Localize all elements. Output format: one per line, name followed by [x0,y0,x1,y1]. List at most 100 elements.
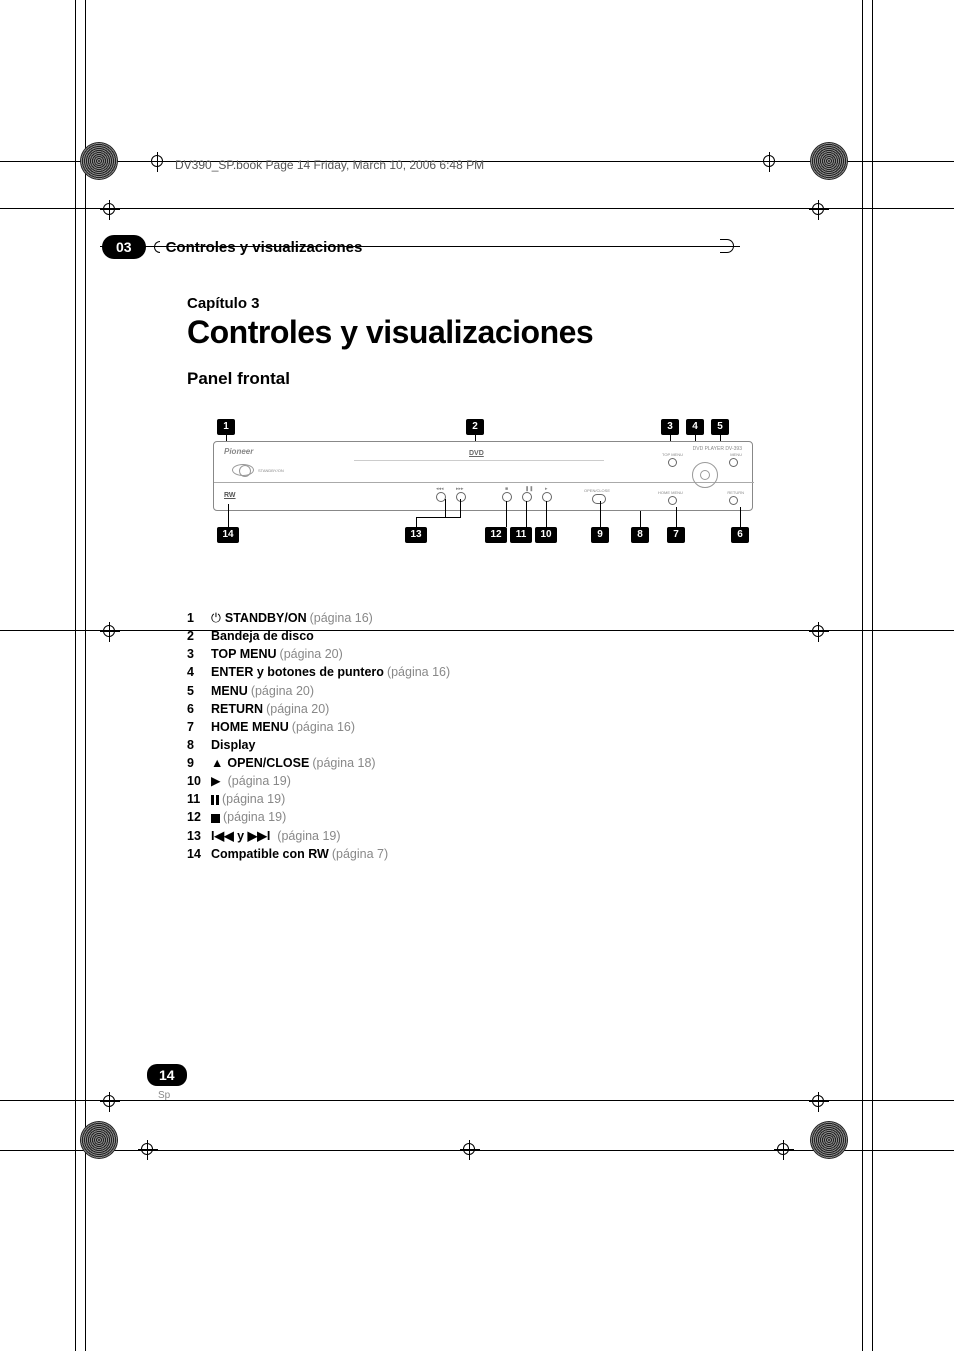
callout-line [416,517,446,518]
legend-item: 14Compatible con RW(página 7) [187,845,757,863]
section-title: Panel frontal [187,369,757,389]
callout-1: 1 [217,419,235,435]
callout-6: 6 [731,527,749,543]
registration-mark [810,1121,848,1159]
callout-8: 8 [631,527,649,543]
brand-label: Pioneer [224,447,253,456]
pause-button [522,492,532,502]
play-button [542,492,552,502]
print-rule-v [872,0,873,1351]
legend-item: 10▶(página 19) [187,772,757,790]
skip-icons: I◀◀ y ▶▶I [211,829,270,843]
crosshair-mark [774,1140,794,1160]
return-label: RETURN [727,490,744,495]
callout-line [600,501,601,527]
home-menu-btn [668,496,677,505]
callout-line [460,499,461,517]
nav-panel: TOP MENU MENU HOME MENU RETURN [664,446,744,508]
nav-circle [692,462,718,488]
legend-item: 11(página 19) [187,790,757,808]
page-title: Controles y visualizaciones [187,314,757,351]
crosshair-mark [100,200,120,220]
top-menu-btn [668,458,677,467]
next-button [456,492,466,502]
callout-5: 5 [711,419,729,435]
crosshair-mark [138,1140,158,1160]
callout-2: 2 [466,419,484,435]
callout-14: 14 [217,527,239,543]
chapter-tab-title: Controles y visualizaciones [166,239,363,256]
crosshair-mark [809,1092,829,1112]
callout-line [546,501,547,527]
chapter-label: Capítulo 3 [187,295,757,312]
legend-item: 12(página 19) [187,808,757,826]
openclose-button [592,494,606,504]
legend-item: 5MENU(página 20) [187,682,757,700]
menu-label: MENU [730,452,742,457]
callout-line [640,511,641,527]
crosshair-mark [460,1140,480,1160]
front-panel-diagram: 1 2 3 4 5 Pioneer DVD DVD PLAYER DV-393 … [213,419,753,559]
registration-mark [80,142,118,180]
callout-line [506,501,507,527]
legend-item: 7HOME MENU(página 16) [187,718,757,736]
chapter-number-pill: 03 [102,235,146,259]
callout-line [676,507,677,527]
callout-11: 11 [510,527,532,543]
legend-item: 1⏻STANDBY/ON(página 16) [187,609,757,627]
crosshair-mark [100,1092,120,1112]
callout-4: 4 [686,419,704,435]
openclose-label: OPEN/CLOSE [584,488,610,493]
legend-item: 9▲OPEN/CLOSE(página 18) [187,754,757,772]
page-language: Sp [158,1090,170,1101]
power-icon: ⏻ [211,611,221,625]
callout-3: 3 [661,419,679,435]
legend-item: 6RETURN(página 20) [187,700,757,718]
bracket-icon [154,241,160,253]
registration-mark [810,142,848,180]
return-btn [729,496,738,505]
stop-button [502,492,512,502]
legend-item: 3TOP MENU(página 20) [187,645,757,663]
crosshair-mark [100,622,120,642]
device-outline: Pioneer DVD DVD PLAYER DV-393 STANDBY/ON… [213,441,753,511]
callout-9: 9 [591,527,609,543]
print-rule-v [862,0,863,1351]
top-menu-label: TOP MENU [662,452,683,457]
stop-icon [211,814,220,823]
legend-list: 1⏻STANDBY/ON(página 16) 2Bandeja de disc… [187,609,757,863]
menu-btn [729,458,738,467]
crosshair-mark [760,152,780,172]
pause-icon [211,795,219,805]
callout-12: 12 [485,527,507,543]
btn-label: ▸ [545,486,548,492]
btn-label: ❚❚ [525,486,533,492]
legend-item: 13I◀◀ y ▶▶I(página 19) [187,827,757,845]
crosshair-mark [809,200,829,220]
home-menu-label: HOME MENU [658,490,683,495]
page-number: 14 [147,1064,187,1086]
dvd-logo: DVD [469,450,484,457]
callout-10: 10 [535,527,557,543]
callout-line [416,517,417,527]
callout-line [740,507,741,527]
rw-label: RW [224,492,236,499]
chapter-tab: 03 Controles y visualizaciones [102,235,362,259]
callout-line [526,501,527,527]
standby-button [232,464,254,476]
play-icon: ▶ [211,774,221,788]
eject-icon: ▲ [211,756,223,770]
callout-line [445,499,446,517]
print-rule-v [75,0,76,1351]
book-icon [148,152,168,172]
standby-label: STANDBY/ON [258,468,284,473]
chapter-rule-end [720,239,734,253]
disc-tray [354,460,604,461]
callout-13: 13 [405,527,427,543]
legend-item: 4ENTER y botones de puntero(página 16) [187,663,757,681]
source-header: DV390_SP.book Page 14 Friday, March 10, … [175,158,484,172]
enter-button [700,470,710,480]
crosshair-mark [809,622,829,642]
callout-7: 7 [667,527,685,543]
main-content: Capítulo 3 Controles y visualizaciones P… [187,295,757,863]
